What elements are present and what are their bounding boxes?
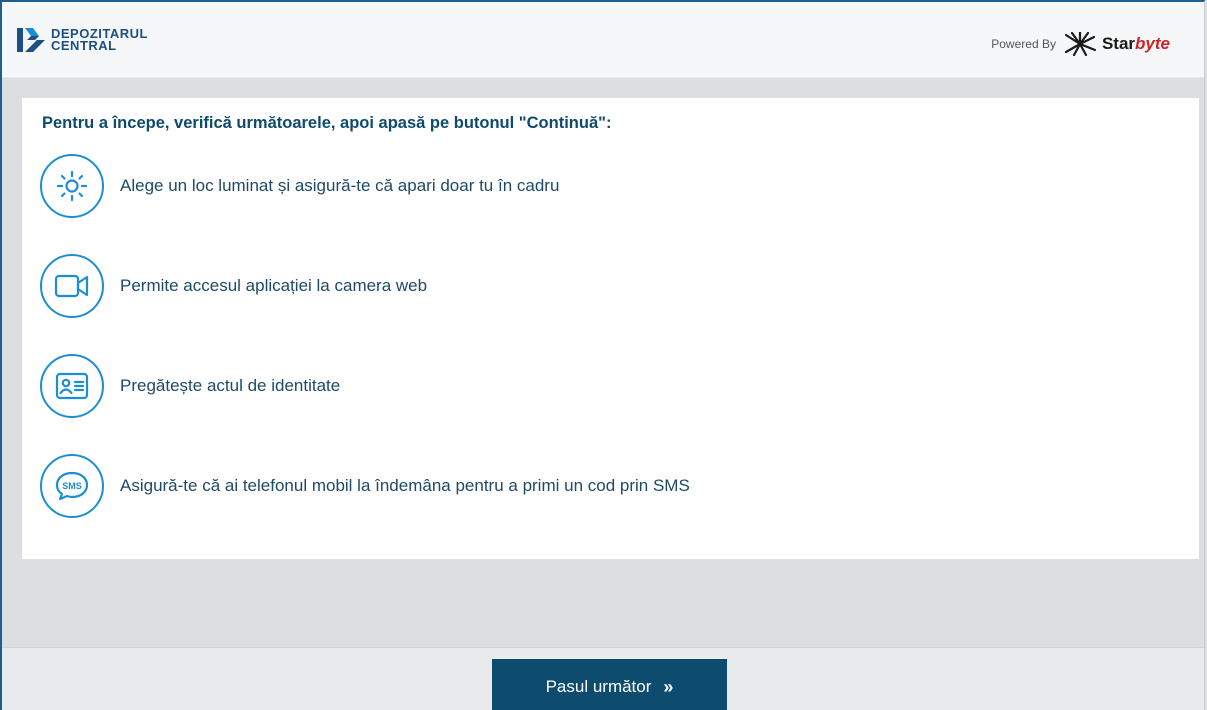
starbyte-logo-icon	[1064, 32, 1097, 56]
powered-by-label: Powered By	[991, 37, 1056, 51]
next-step-button[interactable]: Pasul următor »	[492, 659, 727, 710]
checklist-item-id: Pregătește actul de identitate	[40, 354, 340, 418]
checklist-item-camera: Permite accesul aplicației la camera web	[40, 254, 427, 318]
page-heading: Pentru a începe, verifică următoarele, a…	[42, 114, 612, 132]
app-frame: DEPOZITARUL CENTRAL Powered By Starbyte …	[0, 0, 1205, 710]
double-chevron-right-icon: »	[663, 676, 674, 697]
checklist-item-text: Asigură-te că ai telefonul mobil la înde…	[120, 476, 690, 495]
id-card-icon	[40, 354, 104, 418]
checklist-item-sms: SMS Asigură-te că ai telefonul mobil la …	[40, 454, 690, 518]
starbyte-wordmark: Starbyte	[1102, 34, 1170, 54]
logo-text: DEPOZITARUL CENTRAL	[51, 27, 148, 53]
checklist-card: Pentru a începe, verifică următoarele, a…	[22, 98, 1199, 559]
svg-text:SMS: SMS	[62, 481, 82, 491]
footer-bar: Pasul următor »	[2, 647, 1204, 710]
starbyte-star: Star	[1101, 34, 1136, 53]
top-bar: DEPOZITARUL CENTRAL Powered By Starbyte	[2, 2, 1204, 78]
sms-icon: SMS	[40, 454, 104, 518]
checklist-item-text: Alege un loc luminat și asigură-te că ap…	[120, 176, 560, 195]
depozitarul-central-logo: DEPOZITARUL CENTRAL	[17, 27, 148, 53]
sun-icon	[40, 154, 104, 218]
checklist-item-text: Permite accesul aplicației la camera web	[120, 276, 428, 295]
logo-line2: CENTRAL	[51, 38, 117, 53]
checklist-item-text: Pregătește actul de identitate	[120, 376, 341, 395]
starbyte-byte: byte	[1135, 34, 1170, 53]
powered-by: Powered By Starbyte	[991, 32, 1170, 56]
checklist-item-light: Alege un loc luminat și asigură-te că ap…	[40, 154, 559, 218]
video-camera-icon	[40, 254, 104, 318]
next-step-label: Pasul următor	[545, 677, 652, 696]
logo-mark-icon	[17, 28, 45, 52]
